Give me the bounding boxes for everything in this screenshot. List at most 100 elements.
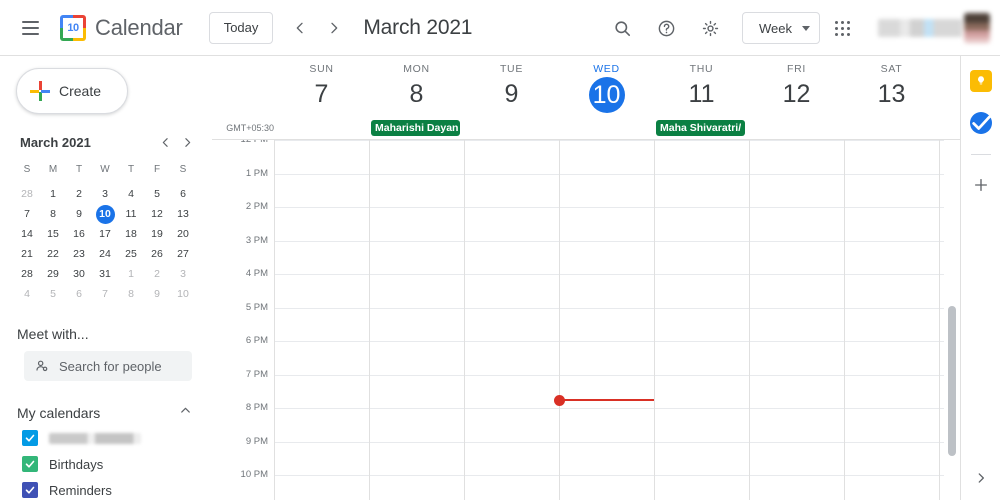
- mini-calendar-day[interactable]: 16: [66, 224, 92, 244]
- mini-calendar-day[interactable]: 11: [118, 204, 144, 224]
- hour-row[interactable]: 2 PM: [212, 201, 960, 241]
- hour-row[interactable]: 1 PM: [212, 168, 960, 208]
- mini-calendar-day[interactable]: 3: [170, 264, 196, 284]
- mini-calendar-day[interactable]: 6: [66, 284, 92, 304]
- create-button[interactable]: Create: [16, 68, 128, 114]
- day-number[interactable]: 7: [304, 77, 340, 111]
- chevron-up-icon[interactable]: [178, 403, 193, 423]
- hour-row[interactable]: 3 PM: [212, 235, 960, 275]
- mini-calendar-day[interactable]: 5: [144, 184, 170, 204]
- expand-side-panel-icon[interactable]: [969, 466, 993, 490]
- hour-row[interactable]: 10 PM: [212, 469, 960, 500]
- hour-row[interactable]: 9 PM: [212, 436, 960, 476]
- help-icon[interactable]: [647, 9, 685, 47]
- day-header-tue[interactable]: TUE 9: [464, 56, 559, 118]
- hour-row[interactable]: 4 PM: [212, 268, 960, 308]
- mini-calendar-day[interactable]: 4: [14, 284, 40, 304]
- mini-calendar-day[interactable]: 2: [66, 184, 92, 204]
- day-number[interactable]: 9: [494, 77, 530, 111]
- mini-calendar-day[interactable]: 5: [40, 284, 66, 304]
- mini-calendar-day[interactable]: 14: [14, 224, 40, 244]
- mini-calendar-day[interactable]: 25: [118, 244, 144, 264]
- day-number[interactable]: 11: [684, 77, 720, 111]
- hour-row[interactable]: 7 PM: [212, 369, 960, 409]
- checkbox-checked-icon[interactable]: [22, 430, 38, 446]
- plus-icon[interactable]: [969, 173, 993, 197]
- mini-calendar-day[interactable]: 12: [144, 204, 170, 224]
- grid-scrollbar[interactable]: [948, 140, 956, 500]
- avatar[interactable]: [964, 13, 990, 43]
- day-header-sun[interactable]: SUN 7: [274, 56, 369, 118]
- day-number-today[interactable]: 10: [588, 77, 625, 113]
- mini-calendar-day[interactable]: 30: [66, 264, 92, 284]
- all-day-event-chip[interactable]: Maharishi Dayan: [371, 120, 460, 136]
- google-tasks-icon[interactable]: [969, 112, 992, 134]
- mini-calendar-day[interactable]: 17: [92, 224, 118, 244]
- day-header-mon[interactable]: MON 8: [369, 56, 464, 118]
- mini-calendar-day[interactable]: 10: [170, 284, 196, 304]
- day-header-thu[interactable]: THU 11: [654, 56, 749, 118]
- mini-calendar-day[interactable]: 8: [118, 284, 144, 304]
- mini-calendar-next-icon[interactable]: [176, 131, 198, 153]
- mini-calendar-day[interactable]: 1: [118, 264, 144, 284]
- mini-calendar-day[interactable]: 18: [118, 224, 144, 244]
- scrollbar-thumb[interactable]: [948, 306, 956, 456]
- mini-calendar-day[interactable]: 9: [144, 284, 170, 304]
- next-period-icon[interactable]: [317, 11, 351, 45]
- mini-calendar-day[interactable]: 22: [40, 244, 66, 264]
- mini-calendar-day[interactable]: 28: [14, 184, 40, 204]
- checkbox-checked-icon[interactable]: [22, 482, 38, 498]
- mini-calendar-day[interactable]: 7: [92, 284, 118, 304]
- mini-calendar-day[interactable]: 31: [92, 264, 118, 284]
- previous-period-icon[interactable]: [283, 11, 317, 45]
- mini-calendar-day[interactable]: 9: [66, 204, 92, 224]
- calendar-list-item[interactable]: [22, 425, 212, 451]
- mini-calendar-day[interactable]: 15: [40, 224, 66, 244]
- search-icon[interactable]: [603, 9, 641, 47]
- today-button[interactable]: Today: [208, 11, 274, 44]
- mini-calendar-day[interactable]: 24: [92, 244, 118, 264]
- calendar-list-item[interactable]: Birthdays: [22, 451, 212, 477]
- mini-calendar-day[interactable]: 27: [170, 244, 196, 264]
- mini-calendar-day[interactable]: 29: [40, 264, 66, 284]
- hour-row[interactable]: 5 PM: [212, 302, 960, 342]
- mini-calendar-day[interactable]: 13: [170, 204, 196, 224]
- all-day-event-chip[interactable]: Maha Shivaratri/: [656, 120, 745, 136]
- day-of-week-label: THU: [689, 63, 714, 75]
- day-number[interactable]: 12: [779, 77, 815, 111]
- mini-calendar-day[interactable]: 4: [118, 184, 144, 204]
- mini-calendar-day[interactable]: 7: [14, 204, 40, 224]
- google-keep-icon[interactable]: [969, 70, 992, 92]
- calendar-list-item[interactable]: Reminders: [22, 477, 212, 500]
- mini-calendar-day[interactable]: 19: [144, 224, 170, 244]
- gear-icon[interactable]: [691, 9, 729, 47]
- hour-row[interactable]: 8 PM: [212, 402, 960, 442]
- hamburger-menu-icon[interactable]: [10, 8, 50, 48]
- mini-calendar-day[interactable]: 21: [14, 244, 40, 264]
- mini-calendar-day[interactable]: 2: [144, 264, 170, 284]
- mini-calendar-day[interactable]: 23: [66, 244, 92, 264]
- mini-calendar-day[interactable]: 8: [40, 204, 66, 224]
- mini-calendar-selected-day[interactable]: 10: [92, 204, 118, 224]
- mini-calendar-day[interactable]: 20: [170, 224, 196, 244]
- day-header-sat[interactable]: SAT 13: [844, 56, 939, 118]
- google-calendar-logo-icon[interactable]: 10: [60, 14, 86, 41]
- view-mode-select[interactable]: Week: [742, 12, 820, 44]
- apps-grid-icon[interactable]: [823, 9, 861, 47]
- my-calendars-header[interactable]: My calendars: [17, 401, 193, 425]
- mini-calendar-day[interactable]: 1: [40, 184, 66, 204]
- day-number[interactable]: 13: [874, 77, 910, 111]
- mini-calendar-day[interactable]: 26: [144, 244, 170, 264]
- mini-calendar-prev-icon[interactable]: [154, 131, 176, 153]
- account-area[interactable]: [876, 8, 992, 48]
- mini-calendar-day[interactable]: 28: [14, 264, 40, 284]
- day-header-fri[interactable]: FRI 12: [749, 56, 844, 118]
- people-search-input[interactable]: Search for people: [24, 351, 192, 381]
- mini-calendar-day[interactable]: 3: [92, 184, 118, 204]
- checkbox-checked-icon[interactable]: [22, 456, 38, 472]
- day-number[interactable]: 8: [399, 77, 435, 111]
- hour-row[interactable]: 6 PM: [212, 335, 960, 375]
- mini-calendar-day[interactable]: 6: [170, 184, 196, 204]
- hour-row[interactable]: 12 PM: [212, 140, 960, 174]
- day-header-wed[interactable]: WED 10: [559, 56, 654, 118]
